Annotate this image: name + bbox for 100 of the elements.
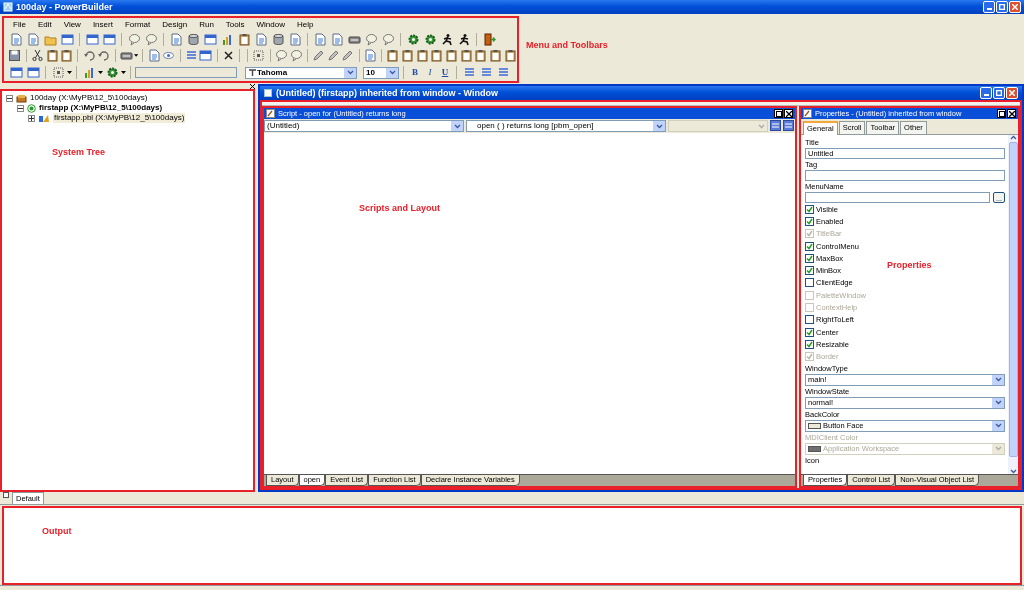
menu-item[interactable]: Format — [118, 19, 157, 30]
event-dropdown[interactable]: open ( ) returns long [pbm_open] — [466, 120, 666, 132]
gear-icon[interactable] — [105, 66, 119, 80]
window-icon[interactable] — [203, 32, 217, 46]
chart-icon[interactable] — [82, 66, 96, 80]
grid-icon[interactable] — [51, 66, 65, 80]
lines-icon[interactable] — [770, 120, 781, 131]
object-dropdown[interactable]: (Untitled) — [264, 120, 464, 132]
clipboard-icon[interactable] — [474, 49, 488, 63]
close-icon[interactable] — [250, 84, 255, 89]
speech-bubble-icon[interactable] — [381, 32, 395, 46]
menu-item[interactable]: Edit — [31, 19, 58, 30]
size-dropdown[interactable]: 10 — [363, 66, 399, 79]
caret-icon[interactable] — [67, 70, 72, 75]
clipboard-icon[interactable] — [459, 49, 473, 63]
checkbox[interactable] — [805, 278, 814, 288]
menu-item[interactable]: Tools — [219, 19, 251, 30]
pencil-icon[interactable] — [326, 49, 340, 63]
menu-item[interactable]: Insert — [86, 19, 119, 30]
clipboard-icon[interactable] — [60, 49, 74, 63]
window-icon[interactable] — [199, 49, 213, 63]
page-icon[interactable] — [330, 32, 344, 46]
undo-icon[interactable] — [82, 49, 96, 63]
bold-button[interactable]: B — [408, 65, 422, 80]
collapse-toggle[interactable] — [17, 104, 24, 112]
save-icon[interactable] — [8, 49, 22, 63]
scissors-icon[interactable] — [30, 49, 44, 63]
menu-item[interactable]: View — [57, 19, 87, 30]
checkbox[interactable] — [805, 204, 814, 214]
gear-icon[interactable] — [423, 32, 437, 46]
minimize-button[interactable] — [980, 87, 992, 99]
input-field[interactable] — [805, 192, 990, 203]
page-icon[interactable] — [254, 32, 268, 46]
tree-item-label[interactable]: 100day (X:\MyPB\12_5\100days) — [30, 93, 148, 103]
checkbox[interactable] — [805, 241, 814, 251]
gear-icon[interactable] — [406, 32, 420, 46]
speech-bubble-icon[interactable] — [274, 49, 288, 63]
clipboard-icon[interactable] — [430, 49, 444, 63]
caret-icon[interactable] — [134, 53, 139, 58]
grid-icon[interactable] — [252, 49, 266, 63]
speech-bubble-icon[interactable] — [127, 32, 141, 46]
page-icon[interactable] — [26, 32, 40, 46]
speech-bubble-icon[interactable] — [364, 32, 378, 46]
page-icon[interactable] — [313, 32, 327, 46]
italic-button[interactable]: I — [423, 65, 437, 80]
window-icon[interactable] — [60, 32, 74, 46]
close-button[interactable] — [1007, 109, 1016, 118]
menu-item[interactable]: Window — [250, 19, 291, 30]
undo-icon[interactable] — [97, 49, 111, 63]
page-icon[interactable] — [147, 49, 161, 63]
speech-bubble-icon[interactable] — [144, 32, 158, 46]
figure-icon[interactable] — [457, 32, 471, 46]
page-icon[interactable] — [9, 32, 23, 46]
text-field[interactable] — [135, 67, 237, 79]
checkbox[interactable] — [805, 216, 814, 226]
window-icon[interactable] — [26, 66, 40, 80]
database-icon[interactable] — [271, 32, 285, 46]
clipboard-icon[interactable] — [503, 49, 517, 63]
checkbox[interactable] — [805, 253, 814, 263]
window-icon[interactable] — [85, 32, 99, 46]
close-button[interactable] — [784, 109, 793, 118]
maximize-button[interactable] — [997, 109, 1006, 118]
checkbox[interactable] — [805, 315, 814, 325]
tree-item-label[interactable]: firstapp (X:\MyPB\12_5\100days) — [39, 103, 163, 113]
page-icon[interactable] — [169, 32, 183, 46]
menu-item[interactable]: Help — [291, 19, 320, 30]
clipboard-icon[interactable] — [488, 49, 502, 63]
caret-icon[interactable] — [98, 70, 103, 75]
minimize-button[interactable] — [983, 1, 995, 13]
door-icon[interactable] — [482, 32, 496, 46]
tree-item-label[interactable]: firstapp.pbl (X:\MyPB\12_5\100days) — [53, 113, 186, 123]
pencil-icon[interactable] — [341, 49, 355, 63]
pencil-icon[interactable] — [312, 49, 326, 63]
checkbox[interactable] — [805, 266, 814, 276]
lines-icon[interactable] — [783, 120, 794, 131]
scroll-down-icon[interactable] — [1009, 469, 1017, 474]
expand-toggle[interactable] — [28, 114, 35, 122]
speech-bubble-icon[interactable] — [289, 49, 303, 63]
keyboard-icon[interactable] — [119, 49, 133, 63]
input-field[interactable] — [805, 170, 1005, 181]
maximize-button[interactable] — [774, 109, 783, 118]
page-icon[interactable] — [288, 32, 302, 46]
underline-button[interactable]: U — [438, 65, 452, 80]
page-icon[interactable] — [363, 49, 377, 63]
collapse-toggle[interactable] — [6, 94, 13, 102]
clipboard-icon[interactable] — [445, 49, 458, 63]
scroll-up-icon[interactable] — [1009, 135, 1017, 140]
checkbox[interactable] — [805, 339, 814, 349]
checkbox[interactable] — [805, 327, 814, 337]
menu-item[interactable]: File — [7, 19, 32, 30]
font-dropdown[interactable]: Tahoma — [245, 66, 357, 79]
window-icon[interactable] — [9, 66, 23, 80]
window-icon[interactable] — [102, 32, 116, 46]
menu-item[interactable]: Run — [193, 19, 220, 30]
clipboard-icon[interactable] — [237, 32, 251, 46]
clipboard-icon[interactable] — [415, 49, 429, 63]
scrollbar[interactable] — [1008, 135, 1018, 474]
clipboard-icon[interactable] — [401, 49, 415, 63]
caret-icon[interactable] — [121, 70, 126, 75]
figure-icon[interactable] — [440, 32, 454, 46]
